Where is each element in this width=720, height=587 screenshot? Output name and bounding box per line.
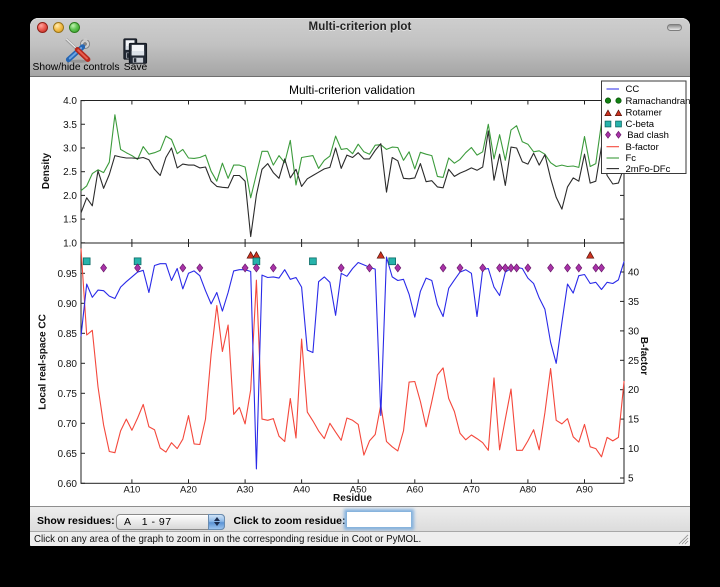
svg-text:A80: A80 [519, 485, 536, 496]
svg-text:Fc: Fc [626, 153, 637, 164]
svg-text:A30: A30 [237, 485, 254, 496]
svg-text:Density: Density [41, 153, 52, 190]
svg-text:CC: CC [626, 84, 640, 95]
svg-text:A10: A10 [123, 485, 140, 496]
svg-text:1.5: 1.5 [63, 215, 77, 226]
svg-text:B-factor: B-factor [626, 142, 659, 153]
svg-text:0.95: 0.95 [58, 269, 78, 280]
svg-text:3.0: 3.0 [63, 144, 77, 155]
svg-text:A60: A60 [406, 485, 423, 496]
svg-text:5: 5 [628, 474, 634, 485]
svg-text:25: 25 [628, 356, 640, 367]
svg-text:Local real-space CC: Local real-space CC [38, 314, 49, 410]
svg-text:A40: A40 [293, 485, 310, 496]
svg-text:0.80: 0.80 [58, 359, 78, 370]
svg-text:A20: A20 [180, 485, 197, 496]
svg-text:2.0: 2.0 [63, 191, 77, 202]
svg-text:A70: A70 [463, 485, 480, 496]
svg-text:B-factor: B-factor [638, 337, 649, 375]
svg-text:Rotamer: Rotamer [626, 108, 662, 119]
svg-text:0.60: 0.60 [58, 479, 78, 490]
svg-text:0.90: 0.90 [58, 299, 78, 310]
svg-text:A90: A90 [576, 485, 593, 496]
svg-text:3.5: 3.5 [63, 120, 77, 131]
svg-text:40: 40 [628, 268, 640, 279]
svg-text:C-beta: C-beta [626, 119, 655, 130]
svg-text:0.75: 0.75 [58, 389, 78, 400]
svg-text:4.0: 4.0 [63, 96, 77, 107]
svg-text:1.0: 1.0 [63, 238, 77, 249]
svg-text:10: 10 [628, 444, 640, 455]
svg-text:15: 15 [628, 415, 640, 426]
svg-text:30: 30 [628, 326, 640, 337]
svg-text:0.85: 0.85 [58, 329, 78, 340]
svg-text:Residue: Residue [333, 493, 372, 504]
svg-text:Bad clash: Bad clash [627, 130, 669, 141]
svg-text:Ramachandran: Ramachandran [626, 96, 691, 107]
svg-text:0.65: 0.65 [58, 449, 78, 460]
svg-text:Multi-criterion validation: Multi-criterion validation [289, 83, 415, 97]
svg-text:35: 35 [628, 297, 640, 308]
svg-text:0.70: 0.70 [58, 419, 78, 430]
svg-text:2.5: 2.5 [63, 167, 77, 178]
svg-text:20: 20 [628, 385, 640, 396]
svg-text:2mFo-DFc: 2mFo-DFc [626, 164, 671, 175]
